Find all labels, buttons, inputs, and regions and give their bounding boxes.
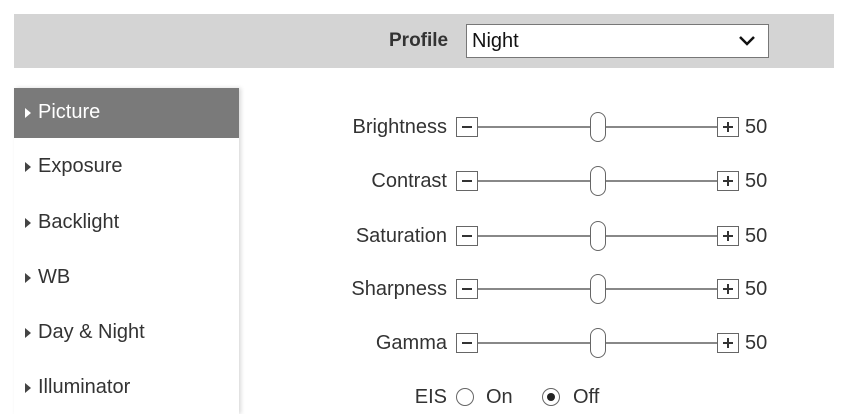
chevron-down-icon [739, 36, 755, 46]
minus-icon [462, 180, 472, 182]
slider-thumb[interactable] [589, 328, 606, 358]
slider-value: 50 [745, 170, 768, 192]
increase-button[interactable] [717, 171, 739, 191]
slider-value: 50 [745, 332, 768, 354]
slider-thumb[interactable] [589, 112, 606, 142]
slider-row-sharpness: Sharpness 50 [260, 274, 820, 304]
caret-right-icon [25, 218, 31, 228]
profile-select-value: Night [472, 30, 519, 52]
decrease-button[interactable] [456, 226, 478, 246]
slider-row-brightness: Brightness 50 [260, 112, 820, 142]
decrease-button[interactable] [456, 117, 478, 137]
slider-thumb[interactable] [589, 166, 606, 196]
slider-thumb[interactable] [589, 221, 606, 251]
minus-icon [462, 288, 472, 290]
slider-row-contrast: Contrast 50 [260, 166, 820, 196]
decrease-button[interactable] [456, 171, 478, 191]
sidebar-item-backlight[interactable]: Backlight [14, 198, 239, 248]
increase-button[interactable] [717, 226, 739, 246]
caret-right-icon [25, 108, 31, 118]
decrease-button[interactable] [456, 333, 478, 353]
eis-on-label[interactable]: On [486, 386, 513, 408]
increase-button[interactable] [717, 117, 739, 137]
slider-thumb[interactable] [589, 274, 606, 304]
slider-value: 50 [745, 116, 768, 138]
slider-value: 50 [745, 225, 768, 247]
profile-label: Profile [389, 30, 449, 51]
eis-label: EIS [414, 386, 447, 408]
increase-button[interactable] [717, 333, 739, 353]
caret-right-icon [25, 383, 31, 393]
sidebar-item-illuminator[interactable]: Illuminator [14, 363, 239, 413]
decrease-button[interactable] [456, 279, 478, 299]
sidebar-item-label: WB [38, 266, 71, 288]
slider-value: 50 [745, 278, 768, 300]
eis-off-label[interactable]: Off [573, 386, 599, 408]
eis-off-radio[interactable] [542, 388, 560, 406]
sidebar-item-label: Exposure [38, 155, 123, 177]
sidebar-item-picture[interactable]: Picture [14, 88, 239, 138]
minus-icon [462, 342, 472, 344]
caret-right-icon [25, 328, 31, 338]
sidebar-item-exposure[interactable]: Exposure [14, 142, 239, 192]
eis-on-radio[interactable] [456, 388, 474, 406]
sidebar-item-label: Day & Night [38, 321, 145, 343]
sidebar-item-label: Backlight [38, 211, 120, 233]
profile-bar: Profile Night [14, 14, 834, 68]
minus-icon [462, 235, 472, 237]
slider-label: Sharpness [351, 278, 447, 300]
slider-row-saturation: Saturation 50 [260, 221, 820, 251]
slider-row-gamma: Gamma 50 [260, 328, 820, 358]
cropped-top-strip [0, 0, 849, 12]
eis-row: EIS On Off [260, 382, 820, 412]
caret-right-icon [25, 273, 31, 283]
increase-button[interactable] [717, 279, 739, 299]
profile-select[interactable]: Night [466, 24, 769, 58]
minus-icon [462, 126, 472, 128]
sidebar-item-day-night[interactable]: Day & Night [14, 308, 239, 358]
sidebar: Picture Exposure Backlight WB Day & Nigh… [14, 88, 239, 414]
sidebar-item-label: Picture [38, 101, 101, 123]
slider-label: Contrast [371, 170, 447, 192]
slider-label: Brightness [352, 116, 448, 138]
slider-label: Gamma [375, 332, 447, 354]
radio-selected-dot [546, 392, 555, 401]
slider-label: Saturation [355, 225, 447, 247]
caret-right-icon [25, 162, 31, 172]
sidebar-item-wb[interactable]: WB [14, 253, 239, 303]
sidebar-item-label: Illuminator [38, 376, 131, 398]
